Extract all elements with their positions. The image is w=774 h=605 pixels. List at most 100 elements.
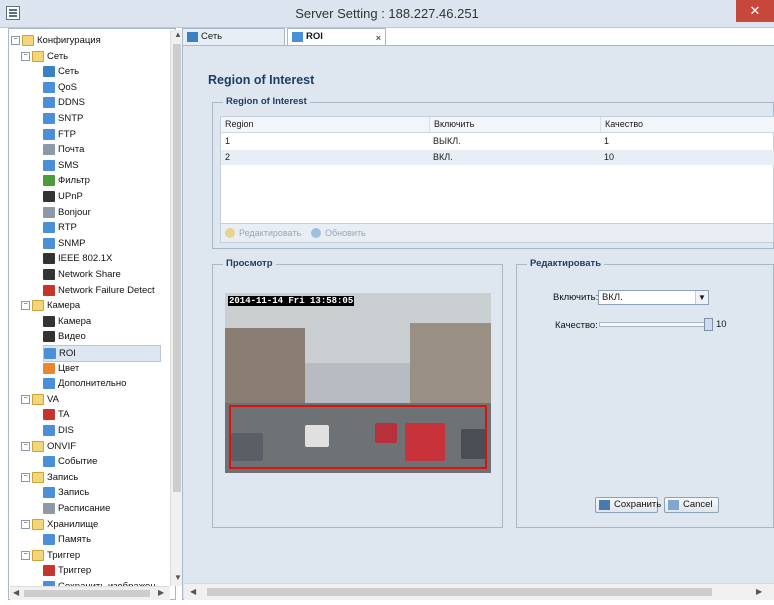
tree-item[interactable]: − Сеть — [21, 49, 68, 64]
table-row[interactable]: 1 ВЫКЛ. 1 — [221, 134, 774, 149]
tree-item[interactable]: Network Share — [43, 267, 121, 282]
tree-horizontal-scrollbar[interactable]: ◀ ▶ — [10, 586, 170, 600]
tree-item[interactable]: SNMP — [43, 236, 85, 251]
folder-icon — [32, 50, 44, 62]
folder-icon — [32, 440, 44, 452]
edit-group: Редактировать Включить: ВКЛ. ▼ Качество:… — [516, 258, 774, 528]
table-row[interactable]: 2 ВКЛ. 10 — [221, 150, 774, 165]
column-header-region[interactable]: Region — [221, 117, 429, 132]
tree-item[interactable]: Событие — [43, 454, 97, 469]
collapse-icon[interactable]: − — [21, 394, 30, 404]
tree-item[interactable]: Расписание — [43, 501, 110, 516]
scroll-down-icon[interactable]: ▼ — [174, 573, 182, 582]
collapse-icon[interactable]: − — [21, 519, 30, 529]
tree-horizontal-scroll-thumb[interactable] — [24, 590, 150, 597]
tab-label: Сеть — [201, 31, 223, 42]
edit-button[interactable]: Редактировать — [224, 224, 301, 242]
tree-item[interactable]: IEEE 802.1X — [43, 251, 112, 266]
tree-item[interactable]: − ONVIF — [21, 439, 76, 454]
tree-item[interactable]: Дополнительно — [43, 376, 126, 391]
camera-preview-image[interactable]: 2014-11-14 Fri 13:58:05 — [225, 293, 491, 473]
tree-item[interactable]: − Запись — [21, 470, 78, 485]
schedule-icon — [43, 502, 55, 514]
page-title: Region of Interest — [208, 73, 315, 87]
tree-item[interactable]: DDNS — [43, 95, 85, 110]
enable-select[interactable]: ВКЛ. ▼ — [598, 290, 709, 305]
tree-item-label: SNMP — [58, 237, 86, 249]
main-horizontal-scroll-thumb[interactable] — [207, 588, 712, 596]
tree-item[interactable]: − VA — [21, 392, 59, 407]
tree-item[interactable]: UPnP — [43, 189, 83, 204]
tree-item[interactable]: QoS — [43, 80, 77, 95]
ieee-icon — [43, 253, 55, 265]
tree-item-label: Камера — [47, 300, 81, 312]
tree-item-label: Расписание — [58, 503, 111, 514]
qos-icon — [43, 81, 55, 93]
edit-icon — [225, 228, 235, 238]
tree-item-label: Событие — [58, 456, 98, 468]
tab-roi[interactable]: ROI × — [287, 28, 386, 45]
tree-item[interactable]: ROI — [43, 345, 161, 362]
column-header-quality[interactable]: Качество — [600, 117, 774, 132]
folder-icon — [32, 300, 44, 312]
tree-item[interactable]: Сеть — [43, 64, 79, 79]
ftp-icon — [43, 128, 55, 140]
preview-building-right — [410, 323, 491, 413]
sms-icon — [43, 159, 55, 171]
tree-item[interactable]: − Камера — [21, 298, 80, 313]
tree-item[interactable]: Фильтр — [43, 173, 90, 188]
quality-slider-thumb[interactable] — [704, 318, 713, 331]
network-share-icon — [43, 268, 55, 280]
tree-item[interactable]: − Хранилище — [21, 517, 98, 532]
tree-item[interactable]: Bonjour — [43, 205, 91, 220]
roi-rectangle[interactable] — [229, 405, 487, 469]
preview-building-left — [225, 328, 305, 413]
collapse-icon[interactable]: − — [21, 550, 30, 560]
tree-item[interactable]: − Конфигурация — [11, 33, 101, 48]
collapse-icon[interactable]: − — [21, 472, 30, 482]
tree-item[interactable]: Цвет — [43, 361, 79, 376]
tree-item[interactable]: Видео — [43, 329, 86, 344]
tree-item[interactable]: Запись — [43, 485, 89, 500]
tree-item[interactable]: RTP — [43, 220, 77, 235]
tree-item[interactable]: Network Failure Detect — [43, 283, 155, 298]
tree-item[interactable]: Память — [43, 532, 91, 547]
close-tab-icon[interactable]: × — [376, 30, 381, 46]
cell-region: 1 — [225, 136, 231, 146]
collapse-icon[interactable]: − — [21, 301, 30, 311]
tree-item[interactable]: FTP — [43, 127, 76, 142]
main-horizontal-scrollbar[interactable]: ◀ ▶ — [184, 583, 774, 600]
dis-icon — [43, 424, 55, 436]
tree-item[interactable]: TA — [43, 407, 69, 422]
trigger-icon — [43, 565, 55, 577]
chevron-down-icon[interactable]: ▼ — [695, 291, 708, 304]
tree-item[interactable]: Почта — [43, 142, 84, 157]
tree-item[interactable]: − Триггер — [21, 548, 80, 563]
scroll-right-icon[interactable]: ▶ — [756, 587, 762, 596]
tree-vertical-scroll-thumb[interactable] — [173, 44, 181, 492]
save-icon — [599, 500, 610, 510]
save-button[interactable]: Сохранить — [595, 497, 661, 513]
collapse-icon[interactable]: − — [21, 51, 30, 61]
tree-item-label: Триггер — [47, 549, 81, 561]
close-window-button[interactable]: ✕ — [736, 0, 774, 22]
tree-item-label: QoS — [58, 81, 78, 93]
cancel-button[interactable]: Cancel — [664, 497, 719, 513]
tree-item[interactable]: Камера — [43, 314, 91, 329]
refresh-button[interactable]: Обновить — [310, 224, 366, 242]
cancel-button-label: Cancel — [683, 499, 713, 510]
scroll-right-icon[interactable]: ▶ — [158, 588, 164, 597]
tree-item[interactable]: SNTP — [43, 111, 83, 126]
collapse-icon[interactable]: − — [11, 35, 20, 45]
column-header-enable[interactable]: Включить — [429, 117, 600, 132]
tab-network[interactable]: Сеть — [182, 28, 285, 45]
tree-item[interactable]: SMS — [43, 158, 79, 173]
quality-slider-track[interactable] — [599, 322, 711, 327]
tree-item[interactable]: Триггер — [43, 563, 91, 578]
scroll-left-icon[interactable]: ◀ — [190, 587, 196, 596]
scroll-up-icon[interactable]: ▲ — [174, 30, 182, 39]
tree-item[interactable]: DIS — [43, 423, 74, 438]
scroll-left-icon[interactable]: ◀ — [13, 588, 19, 597]
collapse-icon[interactable]: − — [21, 441, 30, 451]
tree-item-label: Почта — [58, 144, 85, 156]
